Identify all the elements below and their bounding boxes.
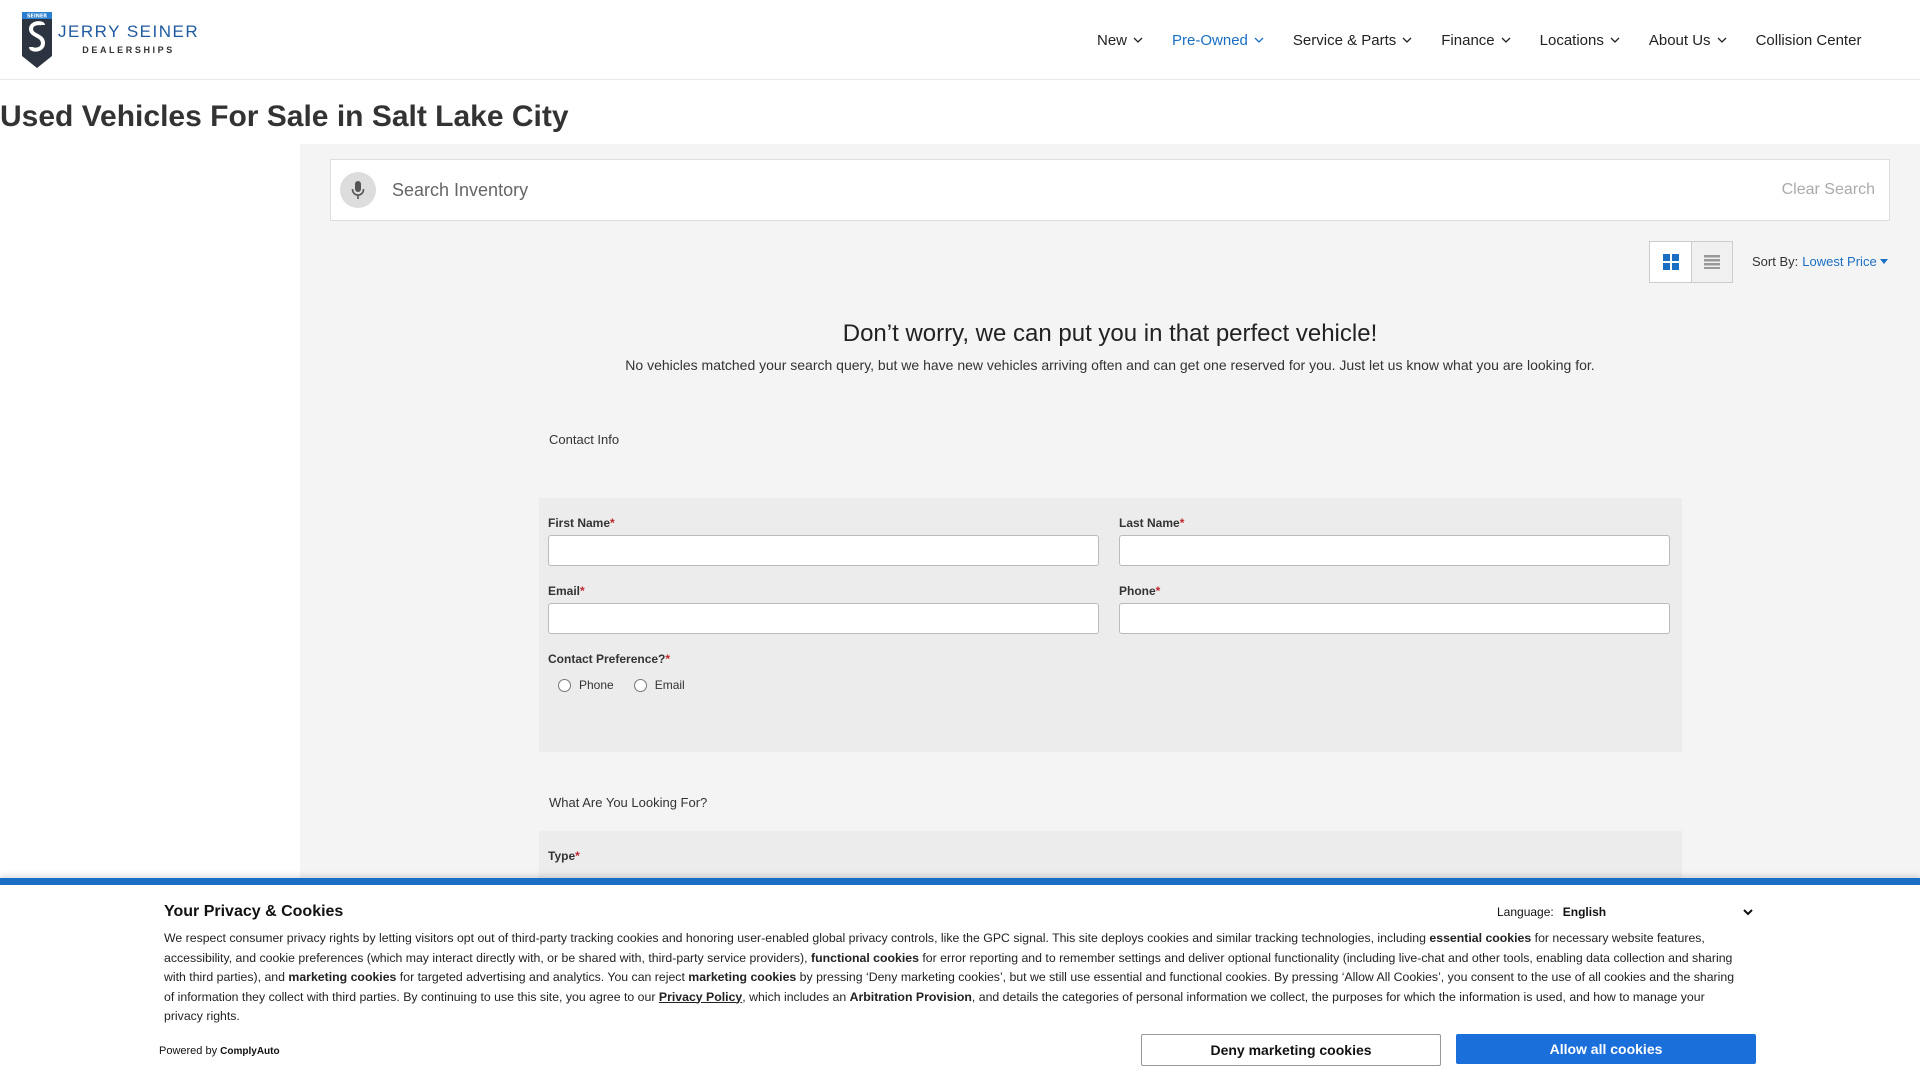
powered-by: Powered by ComplyAuto: [159, 1045, 280, 1057]
list-view-button[interactable]: [1691, 242, 1732, 282]
shield-logo-icon: SEINER: [22, 12, 52, 68]
brand-tagline: DEALERSHIPS: [82, 44, 175, 55]
last-name-input[interactable]: [1119, 535, 1670, 566]
search-input[interactable]: [392, 179, 1782, 201]
phone-input[interactable]: [1119, 603, 1670, 634]
main-nav: New Pre-Owned Service & Parts Finance Lo…: [1097, 0, 1861, 80]
email-label: Email*: [548, 584, 585, 598]
sort-control[interactable]: Sort By: Lowest Price: [1752, 254, 1888, 269]
privacy-policy-link[interactable]: Privacy Policy: [659, 990, 742, 1004]
nav-item-collision-center[interactable]: Collision Center: [1756, 32, 1862, 49]
view-toggle: [1649, 241, 1733, 283]
empty-state-description: No vehicles matched your search query, b…: [625, 357, 1595, 373]
type-label: Type*: [548, 849, 580, 863]
brand-logo[interactable]: SEINER JERRY SEINER DEALERSHIPS: [20, 10, 199, 70]
contact-pref-phone-radio[interactable]: [558, 678, 571, 692]
sort-value[interactable]: Lowest Price: [1802, 254, 1876, 269]
deny-marketing-cookies-button[interactable]: Deny marketing cookies: [1141, 1034, 1441, 1066]
contact-info-heading: Contact Info: [549, 432, 620, 447]
nav-item-about-us[interactable]: About Us: [1649, 32, 1727, 49]
cookie-description: We respect consumer privacy rights by le…: [164, 931, 1735, 1023]
microphone-icon: [351, 181, 365, 199]
cookie-banner: Your Privacy & Cookies Language: English…: [0, 878, 1920, 1080]
allow-all-cookies-button[interactable]: Allow all cookies: [1456, 1034, 1756, 1064]
chevron-down-icon: [1133, 37, 1143, 43]
brand-name: JERRY SEINER: [58, 21, 200, 41]
site-header: SEINER JERRY SEINER DEALERSHIPS New Pre-…: [0, 0, 1920, 80]
language-control: Language: English: [1497, 905, 1753, 919]
chevron-down-icon: [1254, 37, 1264, 43]
chevron-down-icon: [1402, 37, 1412, 43]
first-name-input[interactable]: [548, 535, 1099, 566]
search-bar: Clear Search: [330, 159, 1890, 221]
page-title: Used Vehicles For Sale in Salt Lake City: [0, 100, 569, 133]
grid-view-icon: [1662, 254, 1679, 270]
nav-item-new[interactable]: New: [1097, 32, 1143, 49]
first-name-label: First Name*: [548, 516, 615, 530]
empty-state-title: Don’t worry, we can put you in that perf…: [842, 320, 1378, 347]
nav-item-pre-owned[interactable]: Pre-Owned: [1172, 32, 1264, 49]
contact-form-panel: First Name* Last Name* Email* Phone* Con…: [539, 498, 1682, 752]
grid-view-button[interactable]: [1650, 242, 1691, 282]
chevron-down-icon: [1501, 37, 1511, 43]
chevron-down-icon: [1717, 37, 1727, 43]
caret-down-icon: [1879, 259, 1888, 264]
list-view-icon: [1704, 255, 1720, 269]
phone-label: Phone*: [1119, 584, 1161, 598]
inventory-panel: Clear Search Sort By: Lowest Price Don’t…: [300, 144, 1920, 891]
svg-text:SEINER: SEINER: [27, 14, 47, 20]
nav-item-service-parts[interactable]: Service & Parts: [1293, 32, 1412, 49]
email-input[interactable]: [548, 603, 1099, 634]
clear-search-link[interactable]: Clear Search: [1782, 181, 1875, 199]
voice-search-button[interactable]: [340, 172, 376, 208]
nav-item-locations[interactable]: Locations: [1540, 32, 1620, 49]
nav-item-finance[interactable]: Finance: [1441, 32, 1511, 49]
looking-for-heading: What Are You Looking For?: [549, 795, 708, 810]
last-name-label: Last Name*: [1119, 516, 1185, 530]
contact-preference-options: Phone Email: [558, 678, 705, 692]
language-select[interactable]: English: [1563, 905, 1753, 919]
chevron-down-icon: [1610, 37, 1620, 43]
contact-preference-label: Contact Preference?*: [548, 652, 671, 666]
chevron-down-icon: [1743, 908, 1753, 915]
cookie-title: Your Privacy & Cookies: [164, 903, 344, 920]
contact-pref-email-radio[interactable]: [633, 678, 647, 692]
